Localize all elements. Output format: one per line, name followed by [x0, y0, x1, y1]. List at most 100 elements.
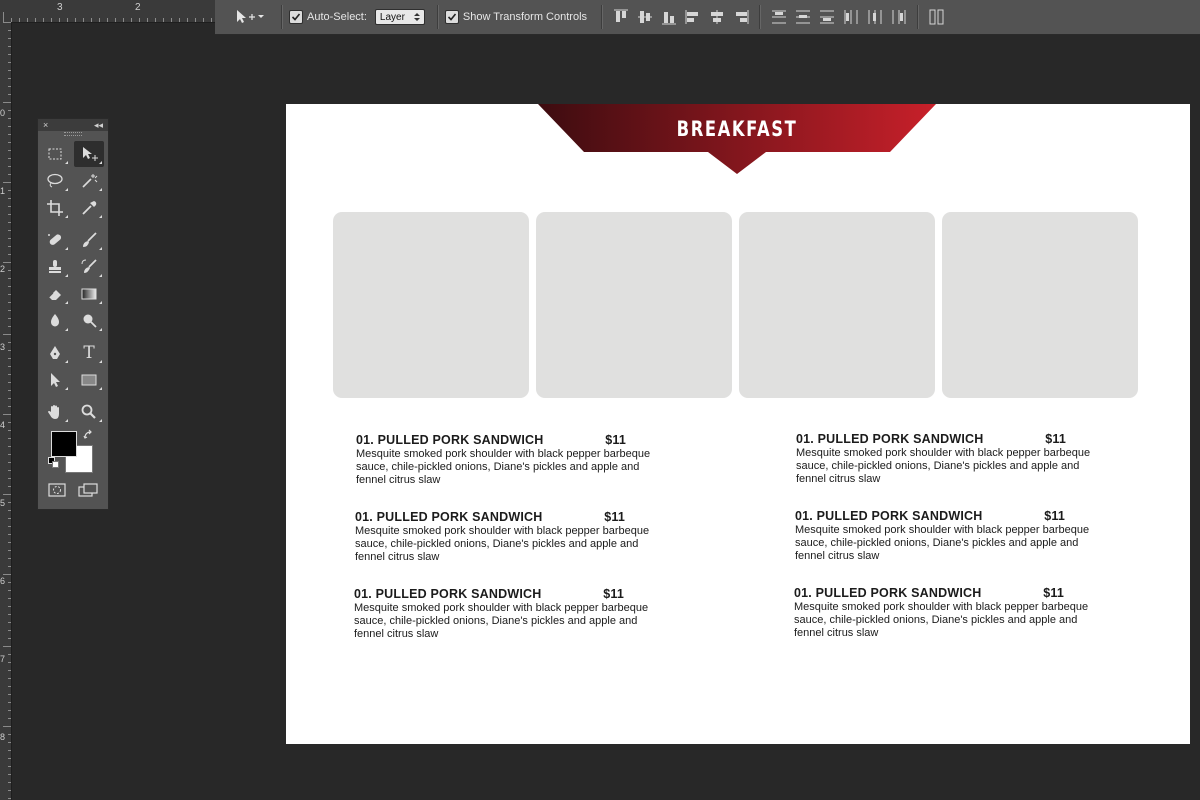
- auto-select-dropdown[interactable]: Layer: [374, 9, 425, 25]
- distribute-left-button[interactable]: [842, 8, 860, 26]
- hand-tool[interactable]: [40, 399, 70, 425]
- close-icon[interactable]: ×: [43, 120, 48, 130]
- menu-item-price: $11: [603, 587, 624, 601]
- move-tool-tool[interactable]: [74, 141, 104, 167]
- ruler-tick: [27, 18, 28, 22]
- ruler-number: 5: [0, 498, 6, 508]
- swap-colors-icon[interactable]: [83, 429, 95, 441]
- align-top-edges-button[interactable]: [612, 8, 630, 26]
- gradient-tool[interactable]: [74, 281, 104, 307]
- ruler-tick: [107, 18, 108, 22]
- history-brush-tool[interactable]: [74, 254, 104, 280]
- menu-item-description: Mesquite smoked pork shoulder with black…: [356, 448, 651, 486]
- auto-align-layers-button[interactable]: [928, 8, 946, 26]
- auto-select-checkbox[interactable]: [289, 10, 303, 24]
- distribute-right-button[interactable]: [890, 8, 908, 26]
- ruler-tick: [8, 550, 11, 551]
- menu-item[interactable]: 01. PULLED PORK SANDWICH $11 Mesquite smo…: [795, 509, 1105, 563]
- path-selection-icon: [51, 373, 60, 387]
- ruler-tick: [8, 630, 11, 631]
- distribute-top-button[interactable]: [770, 8, 788, 26]
- eraser-tool[interactable]: [40, 281, 70, 307]
- menu-item[interactable]: 01. PULLED PORK SANDWICH $11 Mesquite smo…: [794, 586, 1104, 640]
- menu-item[interactable]: 01. PULLED PORK SANDWICH $11 Mesquite smo…: [354, 587, 664, 641]
- ruler-tick: [83, 18, 84, 22]
- brush-tool[interactable]: [74, 227, 104, 253]
- align-left-edges-button[interactable]: [684, 8, 702, 26]
- ruler-number: 4: [0, 420, 6, 430]
- menu-item[interactable]: 01. PULLED PORK SANDWICH $11 Mesquite smo…: [796, 432, 1106, 486]
- ruler-number: 0: [0, 108, 6, 118]
- ruler-number: 8: [0, 732, 6, 742]
- tool-group-gap: [40, 335, 108, 339]
- rectangular-marquee-tool[interactable]: [40, 141, 70, 167]
- show-transform-checkbox[interactable]: [444, 10, 459, 24]
- menu-item[interactable]: 01. PULLED PORK SANDWICH $11 Mesquite smo…: [356, 433, 666, 487]
- ruler-number: 1: [0, 186, 6, 196]
- align-left-edges-icon: [685, 10, 699, 24]
- tool-group-gap: [40, 394, 108, 398]
- crop-tool[interactable]: [40, 195, 70, 221]
- ruler-tick: [59, 18, 60, 22]
- vertical-ruler[interactable]: 0 1 2 3 4 5 6 7 8: [0, 22, 12, 800]
- eraser-icon: [48, 290, 61, 300]
- ruler-tick: [155, 18, 156, 22]
- photo-placeholder[interactable]: [333, 212, 529, 398]
- ruler-tick: [8, 398, 11, 399]
- ruler-tick: [8, 542, 11, 543]
- document-canvas[interactable]: BREAKFAST 01. PULLED PORK SANDWICH $11 Me…: [286, 104, 1190, 744]
- eyedropper-tool[interactable]: [74, 195, 104, 221]
- ruler-tick: [8, 718, 11, 719]
- crop-icon: [47, 200, 63, 216]
- type-tool[interactable]: T: [74, 340, 104, 366]
- ruler-tick: [195, 18, 196, 22]
- tool-group-gap: [40, 222, 108, 226]
- ruler-tick: [8, 358, 11, 359]
- photo-placeholder[interactable]: [536, 212, 732, 398]
- tools-panel-header[interactable]: × ◂◂: [38, 119, 108, 131]
- collapse-icon[interactable]: ◂◂: [94, 120, 103, 131]
- magic-wand-tool[interactable]: [74, 168, 104, 194]
- pen-tool[interactable]: [40, 340, 70, 366]
- ruler-tick: [3, 262, 11, 263]
- ruler-tick: [8, 470, 11, 471]
- ruler-tick: [8, 118, 11, 119]
- distribute-vertical-centers-button[interactable]: [794, 8, 812, 26]
- ruler-number: 7: [0, 654, 6, 664]
- ruler-tick: [8, 558, 11, 559]
- clone-stamp-tool[interactable]: [40, 254, 70, 280]
- ruler-tick: [8, 702, 11, 703]
- distribute-bottom-button[interactable]: [818, 8, 836, 26]
- ruler-tick: [8, 774, 11, 775]
- path-selection-tool[interactable]: [40, 367, 70, 393]
- ruler-tick: [8, 110, 11, 111]
- distribute-right-icon: [892, 10, 906, 24]
- quick-mask-icon[interactable]: [48, 483, 66, 497]
- foreground-color-swatch[interactable]: [51, 431, 77, 457]
- default-colors-icon[interactable]: [48, 457, 60, 469]
- dodge-tool[interactable]: [74, 308, 104, 334]
- photo-placeholder[interactable]: [739, 212, 935, 398]
- rectangle-tool[interactable]: [74, 367, 104, 393]
- ruler-tick: [8, 758, 11, 759]
- photo-placeholder[interactable]: [942, 212, 1138, 398]
- lasso-tool[interactable]: [40, 168, 70, 194]
- align-right-edges-button[interactable]: [732, 8, 750, 26]
- zoom-icon: [81, 404, 96, 419]
- zoom-tool[interactable]: [74, 399, 104, 425]
- clone-stamp-icon: [49, 260, 61, 273]
- ruler-tick: [139, 18, 140, 22]
- blur-tool[interactable]: [40, 308, 70, 334]
- spot-healing-tool[interactable]: [40, 227, 70, 253]
- align-bottom-edges-button[interactable]: [660, 8, 678, 26]
- screen-mode-icon[interactable]: [78, 483, 98, 497]
- align-vertical-centers-button[interactable]: [636, 8, 654, 26]
- horizontal-ruler[interactable]: 3 2: [0, 0, 215, 23]
- menu-item[interactable]: 01. PULLED PORK SANDWICH $11 Mesquite smo…: [355, 510, 665, 564]
- distribute-horizontal-centers-button[interactable]: [866, 8, 884, 26]
- distribute-left-icon: [844, 10, 858, 24]
- auto-select-value: Layer: [379, 11, 405, 23]
- tool-preset-picker[interactable]: [235, 9, 275, 25]
- ruler-tick: [8, 214, 11, 215]
- align-horizontal-centers-button[interactable]: [708, 8, 726, 26]
